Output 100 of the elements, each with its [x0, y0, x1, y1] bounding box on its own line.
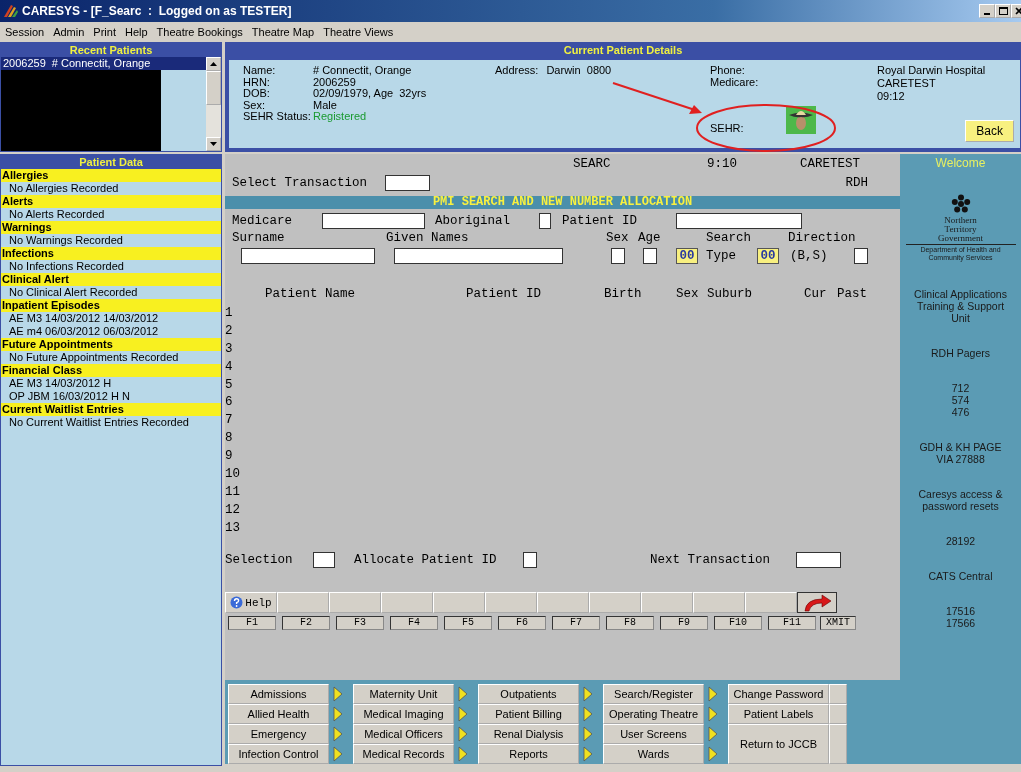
next-transaction-field[interactable]: [796, 552, 841, 568]
maximize-button[interactable]: [995, 4, 1011, 18]
module-button[interactable]: Operating Theatre: [603, 704, 704, 724]
function-key-label: F6: [498, 616, 546, 630]
info-text: 17516 17566: [944, 604, 977, 629]
scroll-up-icon: [210, 62, 217, 66]
field-label: Select Transaction: [232, 176, 368, 190]
module-button[interactable]: Patient Labels: [728, 704, 829, 724]
module-button[interactable]: Maternity Unit: [353, 684, 454, 704]
back-button[interactable]: Back: [965, 120, 1014, 142]
info-text: Caresys access & password resets: [917, 487, 1004, 512]
field-label: Medicare: [232, 214, 293, 228]
module-button[interactable]: Search/Register: [603, 684, 704, 704]
triangle-arrow-icon: [708, 726, 718, 742]
logo-text: Northern Territory Government: [938, 216, 983, 243]
menu-item[interactable]: Theatre Bookings: [156, 26, 243, 38]
function-key-label: F1: [228, 616, 276, 630]
row-number: 10: [225, 466, 241, 483]
minimize-button[interactable]: [979, 4, 995, 18]
app-icon: [3, 4, 19, 18]
row-number: 6: [225, 394, 234, 412]
triangle-arrow-icon: [583, 726, 593, 742]
module-button[interactable]: Return to JCCB: [728, 724, 829, 764]
function-key-label: F10: [714, 616, 762, 630]
given-names-field[interactable]: [394, 248, 563, 264]
section-heading: Alerts: [1, 195, 221, 208]
menu-item[interactable]: Theatre Views: [323, 26, 394, 38]
figure-with-hat-icon: [785, 106, 816, 134]
module-button[interactable]: Medical Officers: [353, 724, 454, 744]
age-field[interactable]: [643, 248, 657, 264]
info-text: 712 574 476: [950, 381, 971, 418]
row-number: 8: [225, 430, 234, 448]
function-key-label: F5: [444, 616, 492, 630]
field-label: Phone:: [710, 64, 746, 76]
module-button[interactable]: Reports: [478, 744, 579, 764]
module-button[interactable]: Patient Billing: [478, 704, 579, 724]
section-heading: Inpatient Episodes: [1, 299, 221, 312]
row-number: 9: [225, 448, 234, 466]
row-number: 1: [225, 305, 234, 322]
scrollbar[interactable]: [206, 57, 221, 151]
row-number: 3: [225, 340, 234, 358]
help-button[interactable]: Help: [225, 592, 277, 613]
triangle-arrow-icon: [708, 706, 718, 722]
menu-item[interactable]: Session: [5, 26, 45, 38]
aboriginal-field[interactable]: [539, 213, 551, 229]
menu-item[interactable]: Theatre Map: [251, 26, 315, 38]
triangle-arrow-icon: [458, 706, 468, 722]
surname-field[interactable]: [241, 248, 375, 264]
row-number: 12: [225, 501, 241, 519]
transmit-button[interactable]: [797, 592, 837, 613]
sex-field[interactable]: [611, 248, 625, 264]
menu-item[interactable]: Admin: [53, 26, 85, 38]
section-entry: No Infections Recorded: [8, 260, 125, 273]
triangle-arrow-icon: [458, 686, 468, 702]
triangle-arrow-icon: [333, 746, 343, 762]
field-label: SEHR:: [710, 122, 744, 134]
section-entry: No Future Appointments Recorded: [8, 351, 180, 364]
info-text: RDH Pagers: [930, 346, 991, 359]
field-label: Allocate Patient ID: [354, 553, 498, 567]
section-heading: Allergies: [1, 169, 221, 182]
search-code-field[interactable]: 00: [676, 248, 698, 264]
module-button[interactable]: User Screens: [603, 724, 704, 744]
function-key-label: F9: [660, 616, 708, 630]
module-button[interactable]: Change Password: [728, 684, 829, 704]
menu-item[interactable]: Print: [93, 26, 116, 38]
module-button[interactable]: Allied Health: [228, 704, 329, 724]
help-icon: [230, 596, 244, 609]
module-button[interactable]: Medical Imaging: [353, 704, 454, 724]
allocate-field[interactable]: [523, 552, 537, 568]
field-label: Next Transaction: [650, 553, 772, 567]
field-label: HRN:: [243, 75, 271, 87]
section-entry: No Allergies Recorded: [8, 182, 120, 195]
patient-id-field[interactable]: [676, 213, 802, 229]
row-number: 4: [225, 358, 234, 376]
flower-icon: [950, 194, 971, 214]
module-button[interactable]: Medical Records: [353, 744, 454, 764]
module-button[interactable]: Admissions: [228, 684, 329, 704]
direction-field[interactable]: [854, 248, 868, 264]
function-key-label: F11: [768, 616, 816, 630]
menu-item[interactable]: Help: [124, 26, 148, 38]
module-button[interactable]: Renal Dialysis: [478, 724, 579, 744]
selection-field[interactable]: [313, 552, 335, 568]
medicare-field[interactable]: [322, 213, 425, 229]
column-header: Patient ID: [466, 287, 541, 301]
module-button[interactable]: Outpatients: [478, 684, 579, 704]
triangle-arrow-icon: [333, 726, 343, 742]
function-key-label: XMIT: [820, 616, 856, 630]
module-button[interactable]: Wards: [603, 744, 704, 764]
section-entry: No Warnings Recorded: [8, 234, 124, 247]
maximize-icon: [998, 7, 1008, 15]
module-button[interactable]: Emergency: [228, 724, 329, 744]
module-button[interactable]: Infection Control: [228, 744, 329, 764]
type-code-field[interactable]: 00: [757, 248, 779, 264]
field-label: Sex: [606, 231, 630, 245]
section-heading: Clinical Alert: [1, 273, 221, 286]
section-heading: Future Appointments: [1, 338, 221, 351]
patient-list-item[interactable]: 2006259 # Connectit, Orange: [1, 57, 206, 70]
transaction-field[interactable]: [385, 175, 431, 191]
field-label: Patient ID: [562, 214, 638, 228]
panel-header: Patient Data: [1, 155, 221, 169]
